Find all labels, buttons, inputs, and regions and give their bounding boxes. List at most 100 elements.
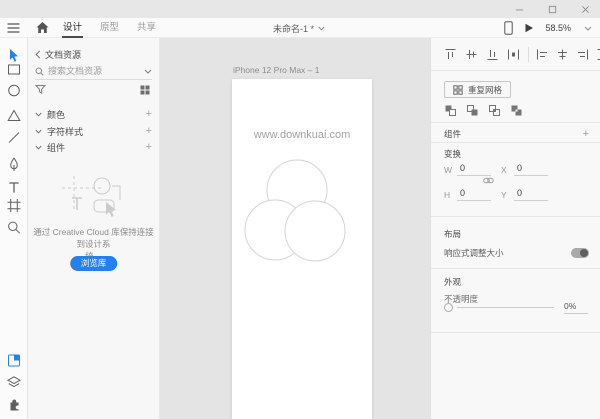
y-field-value[interactable]: 0 — [514, 188, 548, 201]
chevron-down-icon — [35, 145, 42, 150]
artboard[interactable]: www.downkuai.com — [232, 79, 372, 419]
divider — [431, 332, 600, 333]
search-icon — [35, 67, 44, 76]
home-icon[interactable] — [36, 21, 49, 34]
responsive-resize-label: 响应式调整大小 — [444, 247, 504, 259]
section-components[interactable]: 组件 + — [35, 141, 152, 154]
transform-section-label: 变换 — [444, 148, 461, 160]
artboard-tool-icon[interactable] — [6, 198, 21, 213]
alignment-toolbar — [444, 47, 600, 62]
responsive-resize-row: 响应式调整大小 — [444, 246, 589, 260]
align-vertical-center-icon[interactable] — [465, 48, 478, 61]
minimize-icon[interactable] — [515, 5, 524, 14]
back-chevron-icon — [35, 50, 41, 59]
property-inspector: 重复网格 组件 + 变换 W 0 X 0 H 0 Y 0 — [430, 38, 600, 419]
subtract-icon[interactable] — [466, 104, 479, 117]
toggle-knob — [580, 249, 588, 257]
maximize-icon[interactable] — [548, 5, 557, 14]
repeat-grid-icon — [453, 85, 463, 95]
width-field-label: W — [444, 165, 452, 175]
opacity-value[interactable]: 0% — [564, 301, 588, 314]
height-field-value[interactable]: 0 — [457, 188, 491, 201]
section-components-label: 组件 — [47, 141, 141, 154]
distribute-vertical-icon[interactable] — [596, 48, 600, 61]
add-component-icon[interactable]: + — [146, 142, 152, 153]
line-tool-icon[interactable] — [6, 130, 21, 145]
tab-prototype[interactable]: 原型 — [99, 18, 120, 38]
document-title-text: 未命名-1 * — [273, 22, 314, 35]
align-left-icon[interactable] — [536, 48, 549, 61]
divider — [431, 142, 600, 143]
chevron-down-icon — [318, 26, 325, 31]
mode-tabs: 设计 原型 共享 — [62, 18, 157, 38]
assets-search-row — [35, 63, 152, 80]
document-title[interactable]: 未命名-1 * — [273, 18, 325, 38]
x-field[interactable]: X 0 — [501, 163, 548, 176]
text-tool-icon[interactable] — [6, 180, 21, 195]
assets-panel-title: 文档资源 — [45, 48, 81, 61]
tab-share[interactable]: 共享 — [136, 18, 157, 38]
align-right-icon[interactable] — [576, 48, 589, 61]
appbar-right-group: 58.5% — [504, 18, 592, 38]
assets-panel-header[interactable]: 文档资源 — [35, 48, 81, 61]
window-titlebar — [0, 0, 600, 18]
responsive-resize-toggle[interactable] — [571, 248, 589, 258]
search-chevron-down-icon[interactable] — [144, 69, 152, 74]
opacity-slider: 0% — [444, 301, 588, 314]
repeat-grid-button[interactable]: 重复网格 — [444, 81, 511, 98]
creative-cloud-illustration — [60, 176, 128, 218]
distribute-horizontal-icon[interactable] — [507, 48, 520, 61]
divider — [528, 47, 529, 62]
lock-aspect-ratio-icon[interactable] — [483, 176, 494, 185]
grid-view-icon[interactable] — [140, 85, 150, 95]
section-colors-label: 颜色 — [47, 108, 141, 121]
plugins-icon[interactable] — [6, 397, 21, 412]
width-field-value[interactable]: 0 — [457, 163, 491, 176]
assets-panel: 文档资源 颜色 + 字符样式 + 组件 + — [28, 38, 160, 419]
window-controls — [515, 0, 590, 18]
layout-section-label: 布局 — [444, 228, 461, 240]
x-field-label: X — [501, 165, 509, 175]
appearance-section-label: 外观 — [444, 276, 461, 288]
rectangle-tool-icon[interactable] — [6, 62, 21, 77]
section-colors[interactable]: 颜色 + — [35, 108, 152, 121]
layers-icon[interactable] — [6, 375, 21, 390]
ellipse-tool-icon[interactable] — [6, 83, 21, 98]
width-field[interactable]: W 0 — [444, 163, 491, 176]
section-character-styles[interactable]: 字符样式 + — [35, 125, 152, 138]
intersect-icon[interactable] — [488, 104, 501, 117]
tab-design[interactable]: 设计 — [62, 18, 83, 38]
zoom-chevron-down-icon[interactable] — [584, 26, 592, 31]
height-field[interactable]: H 0 — [444, 188, 491, 201]
align-horizontal-center-icon[interactable] — [556, 48, 569, 61]
opacity-slider-knob[interactable] — [444, 303, 453, 312]
search-input[interactable] — [48, 66, 140, 76]
exclude-overlap-icon[interactable] — [510, 104, 523, 117]
hamburger-menu-icon[interactable] — [7, 22, 20, 34]
add-component-icon[interactable]: + — [583, 129, 589, 140]
close-icon[interactable] — [581, 5, 590, 14]
x-field-value[interactable]: 0 — [514, 163, 548, 176]
play-preview-icon[interactable] — [524, 23, 534, 33]
device-preview-icon[interactable] — [504, 21, 513, 35]
pen-tool-icon[interactable] — [6, 157, 21, 172]
select-tool-icon[interactable] — [6, 48, 21, 63]
align-top-icon[interactable] — [444, 48, 457, 61]
filter-icon[interactable] — [35, 84, 46, 95]
zoom-level[interactable]: 58.5% — [545, 23, 571, 33]
y-field-label: Y — [501, 190, 509, 200]
browse-library-button[interactable]: 浏览库 — [70, 256, 118, 271]
divider — [431, 268, 600, 269]
artboard-label[interactable]: iPhone 12 Pro Max – 1 — [233, 65, 319, 75]
y-field[interactable]: Y 0 — [501, 188, 548, 201]
align-bottom-icon[interactable] — [486, 48, 499, 61]
polygon-tool-icon[interactable] — [6, 108, 21, 123]
add-color-icon[interactable]: + — [146, 109, 152, 120]
opacity-slider-track[interactable] — [457, 307, 554, 308]
union-icon[interactable] — [444, 104, 457, 117]
canvas[interactable]: iPhone 12 Pro Max – 1 www.downkuai.com — [160, 38, 430, 419]
document-assets-icon[interactable] — [6, 353, 21, 368]
add-character-style-icon[interactable]: + — [146, 126, 152, 137]
zoom-tool-icon[interactable] — [6, 220, 21, 235]
section-character-styles-label: 字符样式 — [47, 125, 141, 138]
